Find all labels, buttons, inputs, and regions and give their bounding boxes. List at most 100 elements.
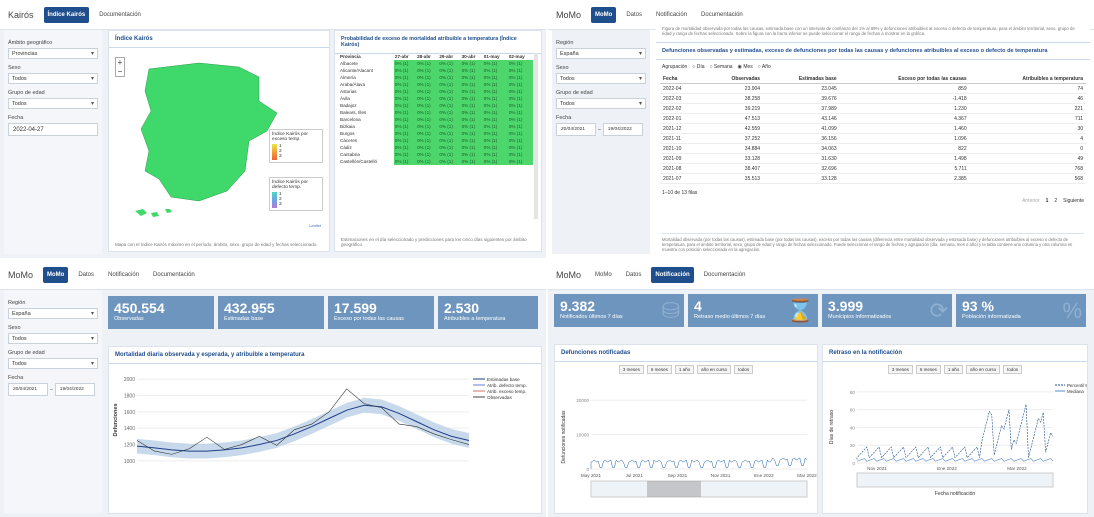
data-col-header[interactable]: Atribuibles a temperatura bbox=[969, 74, 1086, 84]
radio-ano[interactable]: ○ Año bbox=[758, 64, 771, 70]
map-attribution[interactable]: Leaflet bbox=[309, 223, 321, 228]
tab-datos[interactable]: Datos bbox=[74, 267, 98, 283]
prob-cell: 0% (1) bbox=[507, 116, 533, 123]
y-axis-label: Defunciones notificadas bbox=[561, 410, 567, 464]
series-percentil-90[interactable] bbox=[856, 404, 1054, 460]
range-1y-button[interactable]: 1 año bbox=[943, 365, 964, 374]
tab-momo[interactable]: MoMo bbox=[591, 267, 616, 283]
prob-col-header[interactable]: 29-abr bbox=[438, 53, 460, 60]
prob-col-header[interactable]: 30-abr bbox=[461, 53, 483, 60]
x-tick-label: Mar 2022 bbox=[797, 473, 817, 478]
tab-documentacion[interactable]: Documentación bbox=[700, 267, 750, 283]
range-1y-button[interactable]: 1 año bbox=[674, 365, 695, 374]
table-row: Barcelona 0% (1) 0% (1) 0% (1) 0% (1) 0% (1) 0… bbox=[339, 116, 533, 123]
prob-cell: 0% (1) bbox=[416, 81, 439, 88]
range-6m-button[interactable]: 6 meses bbox=[915, 365, 941, 374]
tab-momo[interactable]: MoMo bbox=[43, 266, 69, 283]
pag-prev[interactable]: Anterior bbox=[1022, 198, 1040, 204]
radio-semana[interactable]: ○ Semana bbox=[710, 64, 733, 70]
date-from-input[interactable]: 20/04/2021 bbox=[556, 123, 596, 136]
range-ytd-button[interactable]: año en curso bbox=[966, 365, 1001, 374]
pag-1[interactable]: 1 bbox=[1046, 198, 1049, 204]
edad-select[interactable]: Todos bbox=[8, 358, 98, 369]
delay-chart[interactable]: 0 20 40 60 80 Días de retraso Percentil 90Medi… bbox=[823, 377, 1087, 513]
data-col-header[interactable]: Exceso por todas las causas bbox=[839, 74, 970, 84]
region-select[interactable]: España bbox=[8, 308, 98, 319]
date-to-input[interactable]: 19/04/2022 bbox=[54, 383, 95, 396]
data-col-header[interactable]: Estimadas base bbox=[763, 74, 840, 84]
prob-cell: 0% (1) bbox=[393, 67, 417, 74]
tab-indice-kairos[interactable]: Índice Kairós bbox=[43, 6, 90, 23]
region-shape[interactable] bbox=[140, 62, 278, 202]
edad-select[interactable]: Todos bbox=[8, 98, 98, 109]
ambito-select[interactable]: Provincias bbox=[8, 48, 98, 59]
prob-col-header[interactable]: 28-abr bbox=[416, 53, 438, 60]
radio-dia[interactable]: ○ Día bbox=[692, 64, 704, 70]
prob-cell: 0% (1) bbox=[507, 109, 533, 116]
prob-cell: 0% (1) bbox=[460, 109, 483, 116]
tab-notificacion[interactable]: Notificación bbox=[652, 7, 691, 23]
legend-entry[interactable]: Mediana bbox=[1067, 389, 1084, 394]
range-ytd-button[interactable]: año en curso bbox=[697, 365, 732, 374]
prob-scrollbar[interactable] bbox=[534, 53, 538, 219]
prob-col-header[interactable]: Provincia bbox=[339, 53, 394, 60]
sexo-select[interactable]: Todos bbox=[556, 73, 646, 84]
sexo-select[interactable]: Todos bbox=[8, 333, 98, 344]
prob-cell: 0% (1) bbox=[416, 60, 439, 67]
prob-col-header[interactable]: 27-abr bbox=[394, 53, 416, 60]
prob-cell: 0% (1) bbox=[438, 67, 461, 74]
tab-datos[interactable]: Datos bbox=[622, 7, 646, 23]
prob-cell: 0% (1) bbox=[416, 151, 439, 158]
sexo-select[interactable]: Todos bbox=[8, 73, 98, 84]
radio-mes[interactable]: ◉ Mes bbox=[738, 64, 753, 70]
kairos-screen: Kairós Índice Kairós Documentación Ámbit… bbox=[0, 0, 546, 258]
data-cell: 43.146 bbox=[763, 113, 840, 124]
range-6m-button[interactable]: 6 meses bbox=[646, 365, 672, 374]
tab-documentacion[interactable]: Documentación bbox=[697, 7, 747, 23]
prob-cell: 0% (1) bbox=[438, 95, 461, 102]
date-from-input[interactable]: 20/04/2021 bbox=[8, 383, 48, 396]
prob-cell: 0% (1) bbox=[438, 102, 461, 109]
range-3m-button[interactable]: 3 meses bbox=[887, 365, 913, 374]
tab-documentacion[interactable]: Documentación bbox=[95, 7, 145, 23]
notified-chart[interactable]: 0 10000 20000 Defunciones notificadas May 20… bbox=[555, 377, 817, 513]
tab-notificacion[interactable]: Notificación bbox=[651, 266, 694, 283]
tab-datos[interactable]: Datos bbox=[622, 267, 646, 283]
range-selection[interactable] bbox=[647, 481, 701, 497]
table-row: Badajoz 0% (1) 0% (1) 0% (1) 0% (1) 0% (1) 0% … bbox=[339, 102, 533, 109]
edad-select[interactable]: Todos bbox=[556, 98, 646, 109]
y-tick-label: 20 bbox=[850, 443, 856, 448]
data-cell: 1.230 bbox=[839, 103, 970, 114]
canarias-shape[interactable] bbox=[135, 209, 172, 217]
series-mediana[interactable] bbox=[856, 458, 1054, 462]
data-col-header[interactable]: Fecha bbox=[660, 74, 703, 84]
kpi-label: Observadas bbox=[114, 316, 144, 322]
region-select[interactable]: España bbox=[556, 48, 646, 59]
prob-cell: 0% (1) bbox=[460, 116, 483, 123]
data-col-header[interactable]: Observadas bbox=[702, 74, 764, 84]
legend-entry[interactable]: Estimadas base bbox=[487, 377, 520, 382]
y-tick-label: 0 bbox=[852, 461, 855, 466]
prob-table-wrap[interactable]: Provincia 27-abr 28-abr 29-abr 30-abr 01-may 0… bbox=[339, 53, 533, 219]
date-to-input[interactable]: 19/04/2022 bbox=[602, 123, 643, 136]
legend-entry[interactable]: Percentil 90 bbox=[1067, 383, 1087, 388]
pag-2[interactable]: 2 bbox=[1054, 198, 1057, 204]
legend-entry[interactable]: Atrib. exceso temp. bbox=[487, 389, 526, 394]
range-slider[interactable] bbox=[856, 472, 1054, 488]
tab-momo[interactable]: MoMo bbox=[591, 6, 617, 23]
legend-entry[interactable]: Atrib. defecto temp. bbox=[487, 383, 527, 388]
series-notificadas[interactable] bbox=[590, 457, 808, 469]
tab-documentacion[interactable]: Documentación bbox=[149, 267, 199, 283]
prob-cell: 0% (1) bbox=[393, 74, 417, 81]
range-all-button[interactable]: todos bbox=[1003, 365, 1023, 374]
pag-next[interactable]: Siguiente bbox=[1063, 198, 1084, 204]
fecha-input[interactable]: 2022-04-27 bbox=[8, 123, 98, 136]
prob-col-header[interactable]: 01-may bbox=[483, 53, 508, 60]
tab-notificacion[interactable]: Notificación bbox=[104, 267, 143, 283]
prob-col-header[interactable]: 02-may bbox=[508, 53, 533, 60]
data-cell: 38.258 bbox=[702, 93, 764, 104]
mortality-chart[interactable]: 1000 1200 1400 1600 1800 2000 Defunciones Estim… bbox=[109, 365, 541, 513]
legend-entry[interactable]: Observadas bbox=[487, 395, 512, 400]
range-3m-button[interactable]: 3 meses bbox=[618, 365, 644, 374]
range-all-button[interactable]: todos bbox=[734, 365, 754, 374]
